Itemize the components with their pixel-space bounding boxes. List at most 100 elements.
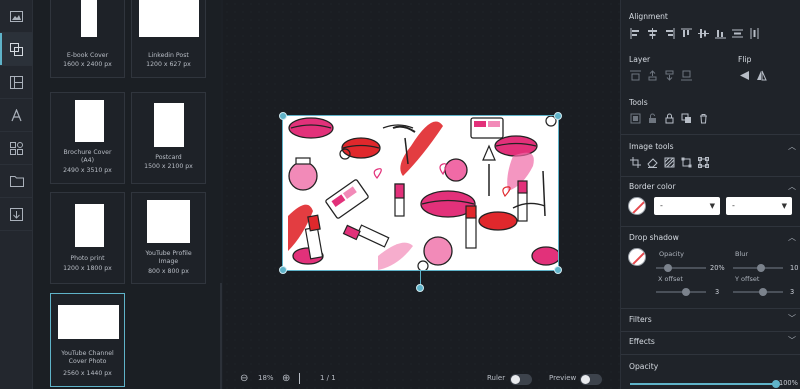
gallery-scrollbar[interactable]	[220, 283, 222, 389]
folder-icon[interactable]	[0, 165, 33, 198]
chevron-up-icon[interactable]: ︿	[788, 181, 796, 192]
flip-title: Flip	[738, 55, 752, 64]
text-icon[interactable]	[0, 99, 33, 132]
send-to-back-icon[interactable]	[681, 70, 692, 81]
template-thumbnail	[75, 204, 104, 247]
template-thumbnail	[147, 200, 190, 243]
resize-handle-top-right[interactable]	[554, 112, 562, 120]
template-size: 2560 x 1440 px	[63, 370, 112, 377]
elements-icon[interactable]	[0, 132, 33, 165]
dropdown-value: -	[660, 201, 663, 210]
resize-handle-bottom-left[interactable]	[279, 266, 287, 274]
flip-horizontal-icon[interactable]	[739, 70, 750, 81]
template-thumbnail	[81, 0, 97, 37]
resize-handle-bottom-right[interactable]	[554, 266, 562, 274]
divider	[621, 226, 800, 227]
slider-knob[interactable]	[682, 288, 690, 296]
filters-title[interactable]: Filters	[629, 315, 652, 324]
lock-open-icon[interactable]	[647, 113, 658, 124]
flip-vertical-icon[interactable]	[756, 70, 767, 81]
shadow-opacity-slider[interactable]	[656, 264, 706, 272]
layer-opacity-slider[interactable]	[630, 380, 780, 388]
ruler-toggle[interactable]	[510, 374, 532, 385]
resize-icon[interactable]	[698, 157, 709, 168]
distribute-horizontal-icon[interactable]	[732, 28, 743, 39]
template-gallery: ✕ E-book Cover 1600 x 2400 px Linkedin P…	[33, 0, 221, 389]
flip-icons	[739, 70, 767, 81]
distribute-vertical-icon[interactable]	[749, 28, 760, 39]
bring-forward-icon[interactable]	[647, 70, 658, 81]
layer-title: Layer	[629, 55, 651, 64]
chevron-down-icon[interactable]: ﹀	[788, 313, 796, 324]
template-size: 800 x 800 px	[148, 268, 189, 275]
preview-label: Preview	[549, 374, 577, 382]
divider	[621, 331, 800, 332]
effects-title[interactable]: Effects	[629, 337, 655, 346]
template-tile[interactable]: Photo print 1200 x 1800 px	[50, 192, 125, 284]
shadow-y-offset-slider[interactable]	[733, 288, 783, 296]
tools-title: Tools	[629, 98, 648, 107]
border-style-dropdown[interactable]: - ▼	[654, 197, 720, 215]
zoom-slider[interactable]	[299, 373, 300, 384]
ruler-label: Ruler	[487, 374, 506, 382]
slider-knob[interactable]	[757, 264, 765, 272]
slider-knob[interactable]	[664, 264, 672, 272]
eraser-icon[interactable]	[647, 157, 658, 168]
chevron-up-icon[interactable]: ︿	[788, 141, 796, 152]
template-tile[interactable]: Brochure Cover (A4) 2490 x 3510 px	[50, 92, 125, 184]
upload-icon[interactable]	[0, 198, 33, 231]
template-name: Photo print	[70, 255, 105, 262]
replace-image-icon[interactable]	[630, 113, 641, 124]
shadow-x-offset-slider[interactable]	[656, 288, 706, 296]
preview-toggle[interactable]	[580, 374, 602, 385]
opacity-label: Opacity	[659, 250, 685, 258]
align-top-icon[interactable]	[681, 28, 692, 39]
caret-down-icon: ▼	[781, 202, 787, 210]
send-backward-icon[interactable]	[664, 70, 675, 81]
align-bottom-icon[interactable]	[715, 28, 726, 39]
shadow-blur-slider[interactable]	[733, 264, 783, 272]
lock-icon[interactable]	[664, 113, 675, 124]
duplicate-icon[interactable]	[681, 113, 692, 124]
layout-icon[interactable]	[0, 66, 33, 99]
artboard-image[interactable]	[282, 115, 559, 271]
template-name: Linkedin Post	[148, 52, 189, 59]
template-tile[interactable]: YouTube Profile Image 800 x 800 px	[131, 192, 206, 284]
align-center-icon[interactable]	[647, 28, 658, 39]
align-middle-icon[interactable]	[698, 28, 709, 39]
border-color-swatch[interactable]	[628, 197, 646, 215]
crop-icon[interactable]	[630, 157, 641, 168]
template-thumbnail	[75, 100, 104, 142]
border-width-dropdown[interactable]: - ▼	[726, 197, 792, 215]
template-size: 1200 x 1800 px	[63, 265, 112, 272]
align-right-icon[interactable]	[664, 28, 675, 39]
border-color-title: Border color	[629, 182, 676, 191]
template-tile[interactable]: E-book Cover 1600 x 2400 px	[50, 0, 125, 78]
template-tile[interactable]: Postcard 1500 x 2100 px	[131, 92, 206, 184]
chevron-up-icon[interactable]: ︿	[788, 232, 796, 243]
compact-illustration	[325, 117, 504, 219]
image-icon[interactable]	[0, 0, 33, 33]
rotate-handle[interactable]	[416, 284, 424, 292]
cosmetics-pattern-image	[288, 116, 558, 270]
zoom-in-icon[interactable]: ⊕	[282, 368, 290, 389]
resize-handle-top-left[interactable]	[279, 112, 287, 120]
pattern-icon[interactable]	[664, 157, 675, 168]
shadow-color-swatch[interactable]	[628, 248, 646, 266]
alignment-title: Alignment	[629, 12, 668, 21]
align-left-icon[interactable]	[630, 28, 641, 39]
trash-icon[interactable]	[698, 113, 709, 124]
slider-knob[interactable]	[759, 288, 767, 296]
bring-to-front-icon[interactable]	[630, 70, 641, 81]
template-name: E-book Cover	[66, 52, 109, 59]
templates-icon[interactable]	[0, 33, 33, 66]
divider	[621, 354, 800, 355]
template-tile-selected[interactable]: YouTube Channel Cover Photo 2560 x 1440 …	[50, 293, 125, 387]
caret-down-icon: ▼	[709, 202, 715, 210]
zoom-out-icon[interactable]: ⊖	[240, 368, 248, 389]
template-name: Brochure Cover (A4)	[63, 149, 112, 165]
template-tile[interactable]: Linkedin Post 1200 x 627 px	[131, 0, 206, 78]
chevron-down-icon[interactable]: ﹀	[788, 335, 796, 346]
template-name: YouTube Channel Cover Photo	[61, 350, 114, 366]
transform-icon[interactable]	[681, 157, 692, 168]
